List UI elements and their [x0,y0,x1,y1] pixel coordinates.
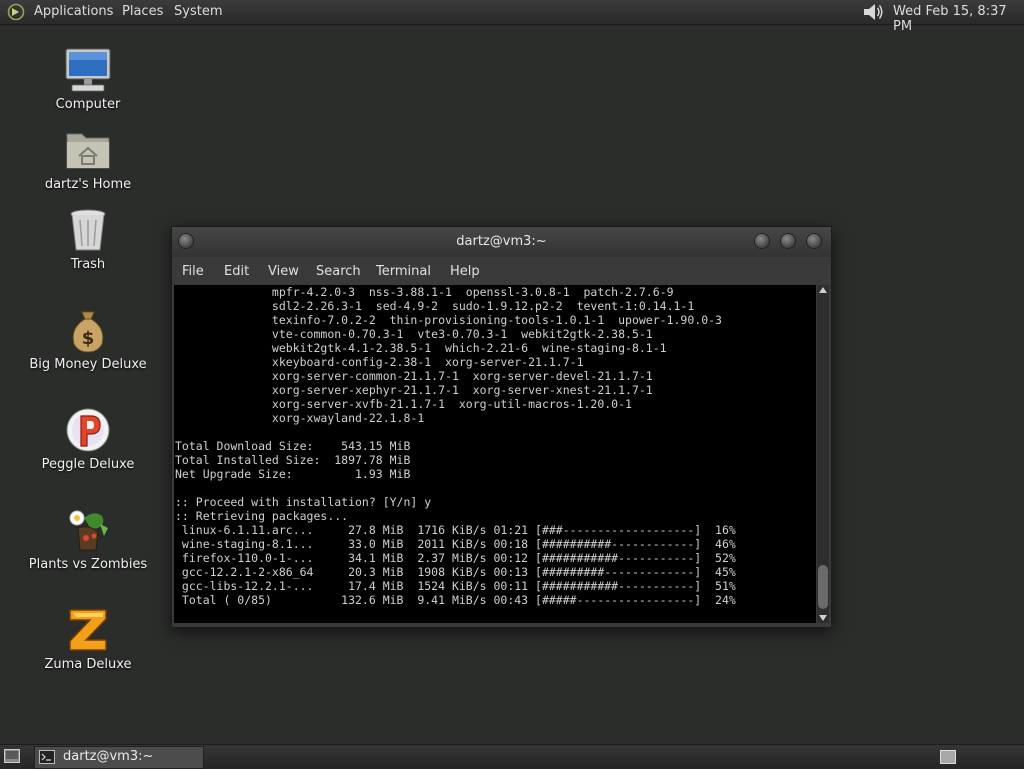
terminal-line: texinfo-7.0.2-2 thin-provisioning-tools-… [175,313,722,327]
desktop-icon-label: Plants vs Zombies [28,557,148,572]
terminal-line: Total ( 0/85) 132.6 MiB 9.41 MiB/s 00:43… [175,593,736,607]
plants-vs-zombies-icon [69,510,108,551]
menu-edit[interactable]: Edit [224,264,249,279]
clock[interactable]: Wed Feb 15, 8:37 PM [893,4,1024,34]
terminal-line: Net Upgrade Size: 1.93 MiB [175,467,411,481]
window-titlebar[interactable]: dartz@vm3:~ [172,227,831,257]
distro-logo-icon[interactable] [6,3,26,21]
workspace-switcher[interactable] [940,750,956,764]
zuma-icon [69,609,107,651]
terminal-line: webkit2gtk-4.1-2.38.5-1 which-2.21-6 win… [175,341,667,355]
menu-terminal[interactable]: Terminal [376,264,431,279]
terminal-screen[interactable]: mpfr-4.2.0-3 nss-3.88.1-1 openssl-3.0.8-… [174,285,816,623]
close-button[interactable] [806,233,822,249]
terminal-line: vte-common-0.70.3-1 vte3-0.70.3-1 webkit… [175,327,653,341]
scroll-up-arrow-icon[interactable] [819,287,827,293]
desktop-icon-label: dartz's Home [44,177,132,192]
svg-text:$: $ [82,328,95,349]
volume-icon[interactable] [862,2,884,22]
window-title: dartz@vm3:~ [456,234,547,249]
applications-menu[interactable]: Applications [34,4,113,19]
menu-search[interactable]: Search [316,264,361,279]
desktop-icon-label: Big Money Deluxe [29,357,147,372]
terminal-menubar: File Edit View Search Terminal Help [172,257,831,285]
terminal-line: xkeyboard-config-2.38-1 xorg-server-21.1… [175,355,584,369]
desktop-icon-label: Computer [55,97,121,112]
menu-help[interactable]: Help [450,264,480,279]
terminal-line: firefox-110.0-1-... 34.1 MiB 2.37 MiB/s … [175,551,736,565]
terminal-line: linux-6.1.11.arc... 27.8 MiB 1716 KiB/s … [175,523,736,537]
computer-icon [65,48,111,92]
maximize-button[interactable] [780,233,796,249]
desktop-icon-label: Zuma Deluxe [44,657,132,672]
terminal-window[interactable]: dartz@vm3:~ File Edit View Search Termin… [171,226,832,628]
menu-view[interactable]: View [268,264,299,279]
minimize-button[interactable] [754,233,770,249]
desktop-icon-label: Trash [70,257,106,272]
system-menu[interactable]: System [174,4,222,19]
terminal-line: gcc-libs-12.2.1-... 17.4 MiB 1524 KiB/s … [175,579,736,593]
taskbar-window-button[interactable]: dartz@vm3:~ [34,746,204,769]
vertical-scrollbar[interactable] [817,285,829,623]
terminal-line: xorg-server-common-21.1.7-1 xorg-server-… [175,369,653,383]
terminal-line: Total Download Size: 543.15 MiB [175,439,411,453]
terminal-line: xorg-server-xvfb-21.1.7-1 xorg-util-macr… [175,397,632,411]
show-desktop-icon[interactable] [4,749,20,763]
terminal-line: xorg-xwayland-22.1.8-1 [175,411,425,425]
top-panel: Applications Places System Wed Feb 15, 8… [0,0,1024,34]
terminal-line: :: Proceed with installation? [Y/n] y [175,495,432,509]
desktop-icon-label: Peggle Deluxe [41,457,135,472]
scroll-down-arrow-icon[interactable] [819,615,827,621]
terminal-line: mpfr-4.2.0-3 nss-3.88.1-1 openssl-3.0.8-… [175,285,674,299]
menu-file[interactable]: File [182,264,204,279]
terminal-line: gcc-12.2.1-2-x86_64 20.3 MiB 1908 KiB/s … [175,565,736,579]
places-menu[interactable]: Places [122,4,163,19]
taskbar-window-label: dartz@vm3:~ [63,749,154,764]
money-bag-icon: $ [72,311,104,353]
terminal-icon [39,750,55,764]
scrollbar-thumb[interactable] [818,565,828,609]
terminal-line: xorg-server-xephyr-21.1.7-1 xorg-server-… [175,383,653,397]
peggle-icon [66,408,110,452]
home-folder-icon [66,133,110,169]
terminal-line: wine-staging-8.1... 33.0 MiB 2011 KiB/s … [175,537,736,551]
bottom-panel: dartz@vm3:~ [0,744,1024,769]
trash-icon [70,209,106,251]
terminal-line: Total Installed Size: 1897.78 MiB [175,453,411,467]
terminal-line: sdl2-2.26.3-1 sed-4.9-2 sudo-1.9.12.p2-2… [175,299,695,313]
terminal-output: mpfr-4.2.0-3 nss-3.88.1-1 openssl-3.0.8-… [174,285,816,607]
terminal-line: :: Retrieving packages... [175,509,349,523]
